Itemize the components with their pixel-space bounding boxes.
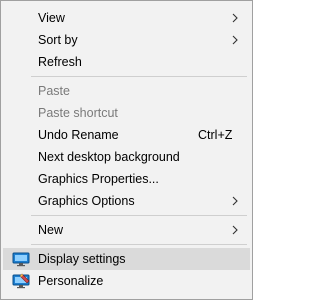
menu-item-personalize-label: Personalize bbox=[38, 274, 104, 288]
menu-item-undo-rename[interactable]: Undo Rename Ctrl+Z bbox=[3, 124, 250, 146]
menu-item-paste-shortcut-label: Paste shortcut bbox=[38, 106, 118, 120]
menu-item-paste[interactable]: Paste bbox=[3, 80, 250, 102]
chevron-right-icon bbox=[232, 35, 238, 45]
menu-separator bbox=[31, 215, 247, 216]
monitor-icon bbox=[12, 252, 30, 267]
menu-item-new[interactable]: New bbox=[3, 219, 250, 241]
menu-item-view-label: View bbox=[38, 11, 65, 25]
undo-rename-shortcut-text: Ctrl+Z bbox=[198, 128, 233, 142]
chevron-right-icon bbox=[232, 196, 238, 206]
menu-item-refresh[interactable]: Refresh bbox=[3, 51, 250, 73]
menu-item-sort-by[interactable]: Sort by bbox=[3, 29, 250, 51]
menu-item-graphics-options[interactable]: Graphics Options bbox=[3, 190, 250, 212]
menu-item-next-desktop-background[interactable]: Next desktop background bbox=[3, 146, 250, 168]
menu-item-display-settings[interactable]: Display settings bbox=[3, 248, 250, 270]
menu-item-graphics-properties-label: Graphics Properties... bbox=[38, 172, 159, 186]
menu-item-next-desktop-background-label: Next desktop background bbox=[38, 150, 180, 164]
menu-item-sort-by-label: Sort by bbox=[38, 33, 78, 47]
menu-item-graphics-options-label: Graphics Options bbox=[38, 194, 135, 208]
menu-item-display-settings-label: Display settings bbox=[38, 252, 126, 266]
menu-item-refresh-label: Refresh bbox=[38, 55, 82, 69]
chevron-right-icon bbox=[232, 225, 238, 235]
menu-separator bbox=[31, 244, 247, 245]
menu-item-paste-label: Paste bbox=[38, 84, 70, 98]
chevron-right-icon bbox=[232, 13, 238, 23]
desktop-context-menu: View Sort by Refresh Paste Paste shortcu… bbox=[0, 0, 253, 300]
personalize-icon bbox=[12, 273, 30, 289]
menu-item-undo-rename-label: Undo Rename bbox=[38, 128, 119, 142]
menu-item-personalize[interactable]: Personalize bbox=[3, 270, 250, 292]
menu-item-new-label: New bbox=[38, 223, 64, 237]
menu-item-paste-shortcut[interactable]: Paste shortcut bbox=[3, 102, 250, 124]
menu-separator bbox=[31, 76, 247, 77]
menu-item-graphics-properties[interactable]: Graphics Properties... bbox=[3, 168, 250, 190]
menu-item-view[interactable]: View bbox=[3, 7, 250, 29]
